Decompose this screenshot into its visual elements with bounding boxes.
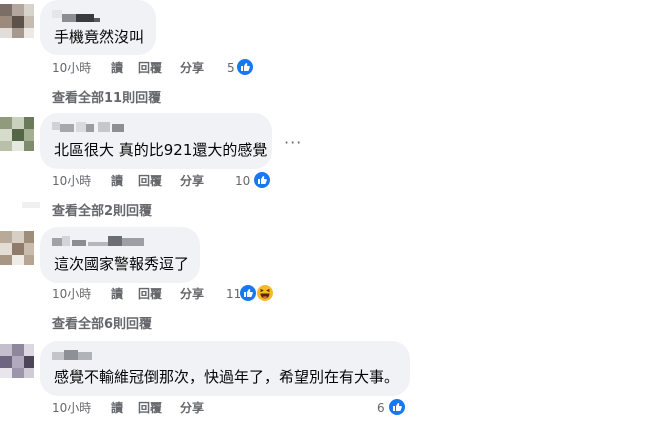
- view-replies-link[interactable]: 查看全部11則回覆: [52, 87, 161, 106]
- reply-button[interactable]: 回覆: [138, 174, 162, 188]
- like-reaction-icon[interactable]: [253, 171, 271, 189]
- commenter-name[interactable]: [52, 348, 92, 362]
- comment-actions: 10小時 讀 回覆 分享: [52, 287, 252, 303]
- comment-actions: 10小時 讀 回覆 分享: [52, 174, 252, 190]
- commenter-name[interactable]: [52, 234, 144, 248]
- more-options-button[interactable]: ···: [284, 133, 302, 152]
- avatar[interactable]: [0, 231, 34, 265]
- read-button[interactable]: 讀: [111, 401, 123, 415]
- reaction-count[interactable]: 5: [227, 60, 235, 76]
- comment-text: 北區很大 真的比921還大的感覺: [54, 141, 268, 159]
- read-button[interactable]: 讀: [111, 287, 123, 301]
- reply-button[interactable]: 回覆: [138, 287, 162, 301]
- comment-actions: 10小時 讀 回覆 分享: [52, 61, 252, 77]
- reaction-count[interactable]: 10: [235, 173, 250, 189]
- commenter-name[interactable]: [52, 120, 130, 134]
- read-button[interactable]: 讀: [111, 61, 123, 75]
- avatar[interactable]: [0, 344, 34, 378]
- avatar[interactable]: [0, 4, 34, 38]
- view-replies-link[interactable]: 查看全部6則回覆: [52, 313, 152, 332]
- comment-text: 手機竟然沒叫: [54, 28, 145, 46]
- reply-button[interactable]: 回覆: [138, 401, 162, 415]
- comment-time[interactable]: 10小時: [52, 61, 91, 75]
- reply-button[interactable]: 回覆: [138, 61, 162, 75]
- share-button[interactable]: 分享: [180, 61, 204, 75]
- view-replies-link[interactable]: 查看全部2則回覆: [52, 200, 152, 219]
- comment-time[interactable]: 10小時: [52, 174, 91, 188]
- like-reaction-icon[interactable]: [239, 284, 257, 302]
- share-button[interactable]: 分享: [180, 401, 204, 415]
- comment-time[interactable]: 10小時: [52, 401, 91, 415]
- like-reaction-icon[interactable]: [236, 58, 254, 76]
- comment-text: 感覺不輸維冠倒那次，快過年了，希望別在有大事。: [54, 368, 400, 386]
- comment-time[interactable]: 10小時: [52, 287, 91, 301]
- share-button[interactable]: 分享: [180, 174, 204, 188]
- read-button[interactable]: 讀: [111, 174, 123, 188]
- avatar[interactable]: [0, 117, 34, 151]
- share-button[interactable]: 分享: [180, 287, 204, 301]
- comment-text: 這次國家警報秀逗了: [54, 255, 190, 273]
- reaction-count[interactable]: 6: [377, 400, 385, 416]
- haha-reaction-icon[interactable]: [256, 284, 274, 302]
- commenter-name[interactable]: [52, 8, 100, 22]
- comment-actions: 10小時 讀 回覆 分享: [52, 401, 252, 417]
- like-reaction-icon[interactable]: [388, 398, 406, 416]
- thread-divider: [22, 202, 40, 208]
